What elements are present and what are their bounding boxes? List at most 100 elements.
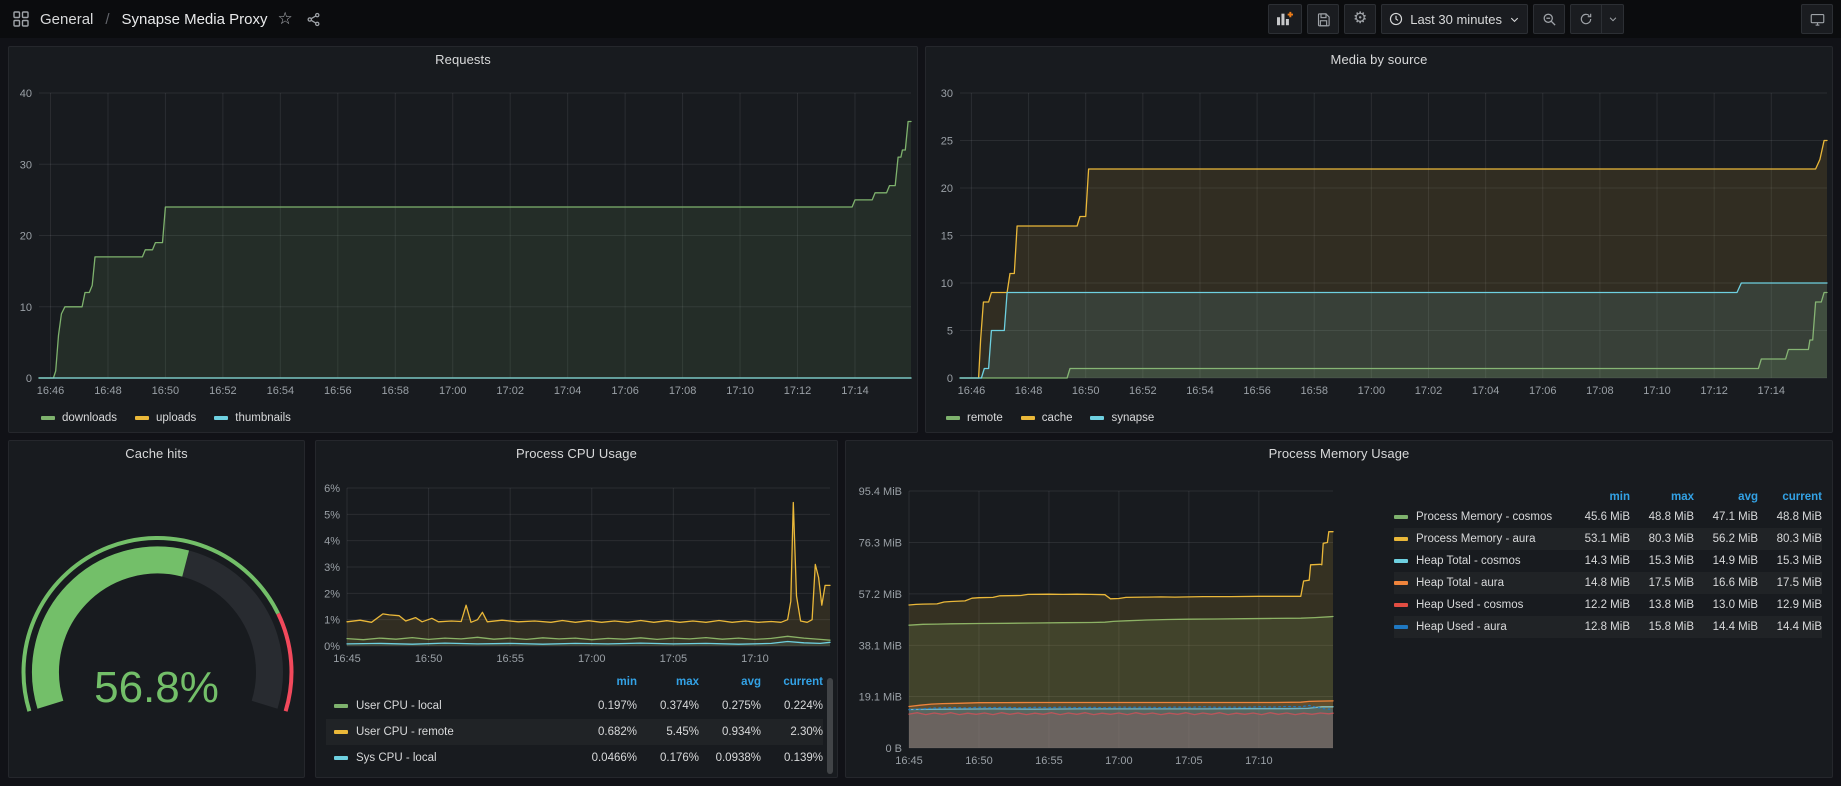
legend-table-row: Process Memory - cosmos45.6 MiB48.8 MiB4… [1394,506,1822,528]
legend-value-max: 0.176% [637,752,699,764]
series-color-swatch [334,704,348,708]
save-dashboard-button[interactable] [1307,4,1339,34]
legend-value-current: 17.5 MiB [1758,577,1822,589]
legend-value-avg: 56.2 MiB [1694,533,1758,545]
legend-value-min: 53.1 MiB [1566,533,1630,545]
legend-value-max: 48.8 MiB [1630,511,1694,523]
legend-header-current[interactable]: current [761,676,823,688]
svg-text:17:04: 17:04 [554,385,582,397]
legend-item-uploads[interactable]: uploads [135,412,196,424]
svg-text:25: 25 [941,136,953,148]
legend-label: User CPU - remote [356,726,454,738]
legend-series-heap-total-aura[interactable]: Heap Total - aura [1394,577,1566,589]
legend-label: User CPU - local [356,700,442,712]
legend-header-min[interactable]: min [575,676,637,688]
legend-scrollbar[interactable] [827,678,833,774]
legend-value-current: 0.224% [761,700,823,712]
legend-header-avg[interactable]: avg [699,676,761,688]
legend-value-min: 12.2 MiB [1566,599,1630,611]
series-color-swatch [1394,537,1408,541]
svg-text:16:50: 16:50 [152,385,180,397]
refresh-button[interactable] [1570,4,1602,34]
legend-label: Sys CPU - local [356,752,437,764]
dashboard-title[interactable]: Synapse Media Proxy [122,11,268,28]
legend-value-current: 15.3 MiB [1758,555,1822,567]
legend-header-avg[interactable]: avg [1694,491,1758,503]
svg-text:10: 10 [20,302,32,314]
zoom-out-button[interactable] [1533,4,1565,34]
panel-process-cpu: Process CPU Usage 16:4516:5016:5517:0017… [315,440,838,778]
breadcrumb-section[interactable]: General [40,11,93,28]
series-color-swatch [334,730,348,734]
legend-value-current: 12.9 MiB [1758,599,1822,611]
legend-item-synapse[interactable]: synapse [1090,412,1154,424]
legend-item-cache[interactable]: cache [1021,412,1073,424]
legend-table-row: User CPU - local0.197%0.374%0.275%0.224% [326,693,823,719]
svg-text:40: 40 [20,88,32,100]
dashboard-settings-button[interactable]: ⚙ [1344,4,1376,34]
process-cpu-chart[interactable]: 16:4516:5016:5517:0017:0517:100%1%2%3%4%… [316,441,839,673]
svg-text:3%: 3% [324,562,340,574]
svg-text:16:46: 16:46 [37,385,65,397]
monitor-icon [1810,12,1825,27]
refresh-interval-dropdown[interactable] [1602,4,1624,34]
chevron-down-icon [1608,14,1618,24]
panel-cache-hits: Cache hits 56.8% [8,440,305,778]
svg-text:19.1 MiB: 19.1 MiB [859,692,902,704]
add-panel-button[interactable] [1268,4,1302,34]
legend-item-thumbnails[interactable]: thumbnails [214,412,291,424]
svg-text:17:12: 17:12 [1700,385,1728,397]
series-color-swatch [1090,416,1104,420]
breadcrumb: General / Synapse Media Proxy [40,11,267,28]
svg-text:0: 0 [26,373,32,385]
legend-value-min: 0.682% [575,726,637,738]
legend-header-min[interactable]: min [1566,491,1630,503]
svg-text:16:55: 16:55 [1035,755,1063,767]
legend-label: Heap Total - cosmos [1416,555,1521,567]
legend-table-row: Sys CPU - local0.0466%0.176%0.0938%0.139… [326,745,823,771]
cache-hits-gauge[interactable] [9,441,306,779]
svg-text:16:58: 16:58 [382,385,410,397]
legend-series-user-cpu-remote[interactable]: User CPU - remote [326,726,575,738]
toolbar: ⚙ Last 30 minutes [1268,4,1833,34]
legend-header-max[interactable]: max [637,676,699,688]
svg-text:17:04: 17:04 [1472,385,1500,397]
svg-text:16:52: 16:52 [1129,385,1157,397]
legend-value-current: 0.139% [761,752,823,764]
series-color-swatch [1394,603,1408,607]
legend-series-process-memory-aura[interactable]: Process Memory - aura [1394,533,1566,545]
legend-series-user-cpu-local[interactable]: User CPU - local [326,700,575,712]
requests-chart[interactable]: 16:4616:4816:5016:5216:5416:5616:5817:00… [9,47,919,407]
svg-text:16:58: 16:58 [1300,385,1328,397]
legend-value-avg: 0.275% [699,700,761,712]
svg-text:17:06: 17:06 [1529,385,1557,397]
star-icon[interactable]: ☆ [277,9,292,29]
series-color-swatch [1394,559,1408,563]
legend-series-process-memory-cosmos[interactable]: Process Memory - cosmos [1394,511,1566,523]
svg-text:17:14: 17:14 [1758,385,1786,397]
series-color-swatch [334,756,348,760]
legend-series-heap-used-cosmos[interactable]: Heap Used - cosmos [1394,599,1566,611]
svg-text:16:50: 16:50 [415,653,443,665]
legend-value-max: 15.3 MiB [1630,555,1694,567]
share-icon[interactable] [305,10,323,28]
time-picker[interactable]: Last 30 minutes [1381,4,1528,34]
series-color-swatch [1394,515,1408,519]
legend-series-sys-cpu-local[interactable]: Sys CPU - local [326,752,575,764]
legend-header-current[interactable]: current [1758,491,1822,503]
legend-series-heap-total-cosmos[interactable]: Heap Total - cosmos [1394,555,1566,567]
clock-icon [1389,12,1403,26]
legend-series-heap-used-aura[interactable]: Heap Used - aura [1394,621,1566,633]
legend-value-current: 48.8 MiB [1758,511,1822,523]
legend-label: Heap Used - aura [1416,621,1507,633]
legend-item-downloads[interactable]: downloads [41,412,117,424]
legend-item-remote[interactable]: remote [946,412,1003,424]
media-by-source-chart[interactable]: 16:4616:4816:5016:5216:5416:5616:5817:00… [926,47,1834,407]
cycle-view-mode-button[interactable] [1801,4,1833,34]
svg-text:20: 20 [20,231,32,243]
dashboards-grid-icon[interactable] [12,10,30,28]
legend-header-max[interactable]: max [1630,491,1694,503]
legend-value-avg: 0.934% [699,726,761,738]
svg-text:2%: 2% [324,588,340,600]
legend-value-avg: 14.4 MiB [1694,621,1758,633]
